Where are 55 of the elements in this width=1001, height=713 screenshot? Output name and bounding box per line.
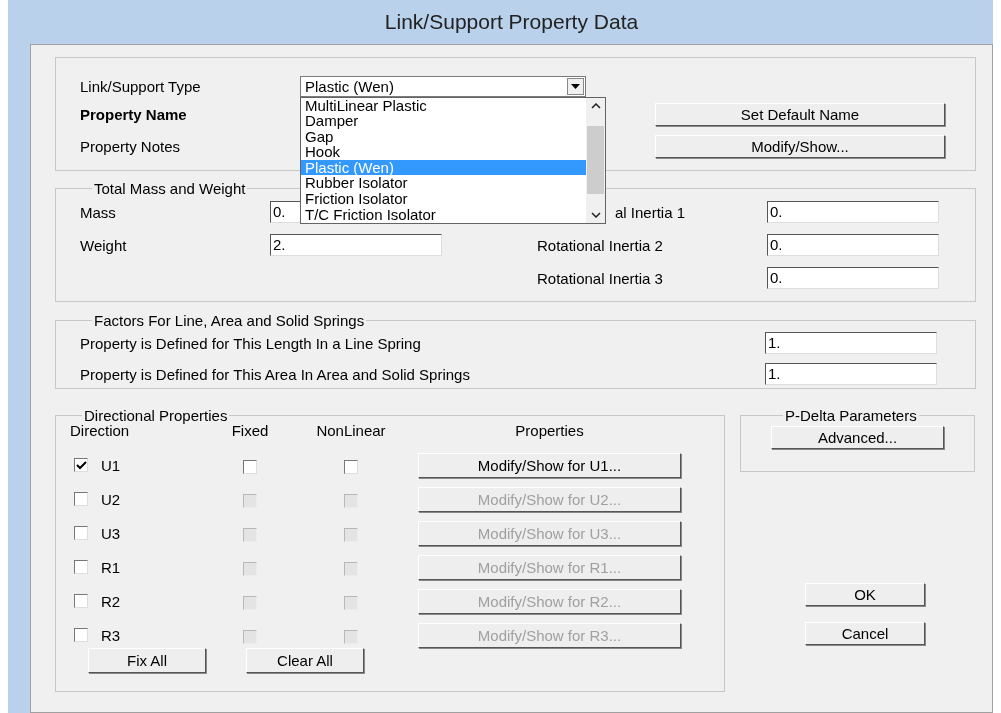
clear-all-button[interactable]: Clear All — [246, 648, 364, 673]
dropdown-option[interactable]: Hook — [301, 144, 586, 160]
dropdown-option[interactable]: Rubber Isolator — [301, 175, 586, 192]
dropdown-option[interactable]: T/C Friction Isolator — [301, 206, 586, 223]
dropdown-option[interactable]: Friction Isolator — [301, 191, 586, 207]
type-label: Link/Support Type — [80, 77, 202, 95]
direction-label: R3 — [101, 626, 121, 644]
input-field[interactable]: 1. — [765, 332, 937, 354]
field-label: Rotational Inertia 2 — [537, 236, 664, 254]
advanced-button[interactable]: Advanced... — [771, 426, 944, 449]
input-field[interactable]: 0. — [767, 267, 939, 289]
scroll-up-icon[interactable] — [590, 102, 601, 109]
input-field[interactable]: 1. — [765, 363, 937, 385]
window-title: Link/Support Property Data — [384, 10, 639, 34]
modify-show-direction-button[interactable]: Modify/Show for U1... — [418, 452, 681, 478]
dropdown-option[interactable]: MultiLinear Plastic — [301, 97, 586, 114]
direction-label: U2 — [101, 490, 121, 508]
field-label: al Inertia 1 — [615, 203, 687, 221]
nonlinear-checkbox[interactable] — [344, 459, 358, 474]
type-dropdown[interactable]: Plastic (Wen) — [300, 75, 586, 97]
column-header: Properties — [515, 422, 584, 439]
fixed-checkbox[interactable] — [243, 459, 257, 474]
direction-label: R1 — [101, 558, 121, 576]
scroll-down-icon[interactable] — [590, 211, 601, 218]
group-title: P-Delta Parameters — [784, 407, 918, 424]
column-header: Direction — [70, 422, 131, 439]
group-title: Total Mass and Weight — [93, 180, 247, 197]
set-default-name-button[interactable]: Set Default Name — [655, 103, 945, 126]
field-label: Weight — [80, 236, 128, 254]
group-title: Directional Properties — [83, 407, 229, 424]
input-field[interactable]: 0. — [767, 234, 939, 256]
property-name-label: Property Name — [80, 106, 188, 123]
dropdown-option[interactable]: Gap — [301, 128, 586, 145]
group-title: Factors For Line, Area and Solid Springs — [93, 312, 366, 329]
cancel-button[interactable]: Cancel — [805, 622, 925, 645]
field-label: Mass — [80, 203, 117, 221]
fix-all-button[interactable]: Fix All — [88, 648, 206, 673]
direction-label: U3 — [101, 524, 121, 542]
column-header: Fixed — [231, 422, 269, 439]
input-field[interactable]: 0. — [767, 201, 939, 223]
direction-label: R2 — [101, 592, 121, 610]
column-header: NonLinear — [316, 422, 386, 439]
ok-button[interactable]: OK — [805, 583, 925, 606]
dropdown-option[interactable]: Damper — [301, 113, 586, 129]
field-label: Property is Defined for This Length In a Line Spring — [80, 334, 422, 352]
field-label: Property is Defined for This Area In Area and Solid Springs — [80, 365, 471, 383]
property-notes-label: Property Notes — [80, 138, 182, 155]
direction-checkbox[interactable] — [74, 458, 88, 472]
input-field[interactable]: 2. — [270, 234, 442, 256]
field-label: Rotational Inertia 3 — [537, 269, 664, 287]
check-icon — [75, 460, 87, 470]
modify-show-button[interactable]: Modify/Show... — [655, 135, 945, 158]
direction-label: U1 — [101, 456, 121, 474]
scrollbar-thumb[interactable] — [587, 126, 604, 194]
scrollbar[interactable] — [586, 97, 605, 223]
